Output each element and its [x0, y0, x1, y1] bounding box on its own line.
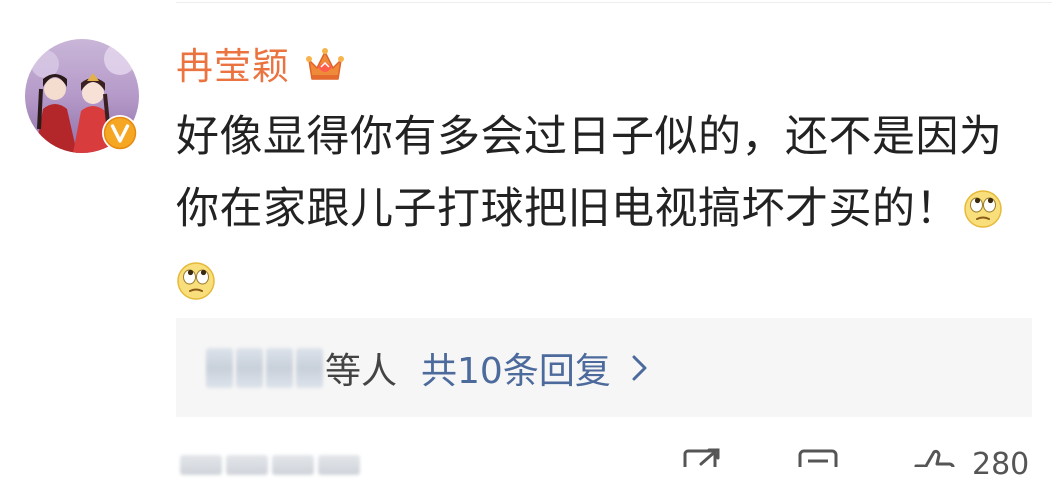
reply-others-label: 等人 [325, 350, 398, 392]
share-icon[interactable] [683, 448, 723, 467]
chevron-right-icon[interactable] [629, 351, 651, 385]
rolleyes-emoji-icon [964, 190, 1002, 228]
username-row: 冉莹颖 [176, 40, 346, 92]
comment-text: 好像显得你有多会过日子似的，还不是因为你在家跟儿子打球把旧电视搞坏才买的！ [176, 101, 1041, 317]
username[interactable]: 冉莹颖 [176, 48, 290, 85]
verified-badge-icon [102, 115, 138, 151]
crown-vip-icon[interactable] [304, 45, 346, 87]
comment-icon[interactable] [798, 448, 838, 467]
rolleyes-emoji-icon [177, 262, 215, 300]
replies-box[interactable]: 等人 共10条回复 [176, 318, 1032, 417]
blurred-username [206, 347, 323, 388]
top-divider [176, 2, 1052, 3]
comment-body: 好像显得你有多会过日子似的，还不是因为你在家跟儿子打球把旧电视搞坏才买的！ [176, 112, 1003, 234]
like-count: 280 [972, 447, 1030, 482]
blurred-timestamp [180, 455, 360, 475]
like-icon[interactable] [910, 448, 956, 467]
reply-count-link[interactable]: 共10条回复 [421, 342, 611, 394]
